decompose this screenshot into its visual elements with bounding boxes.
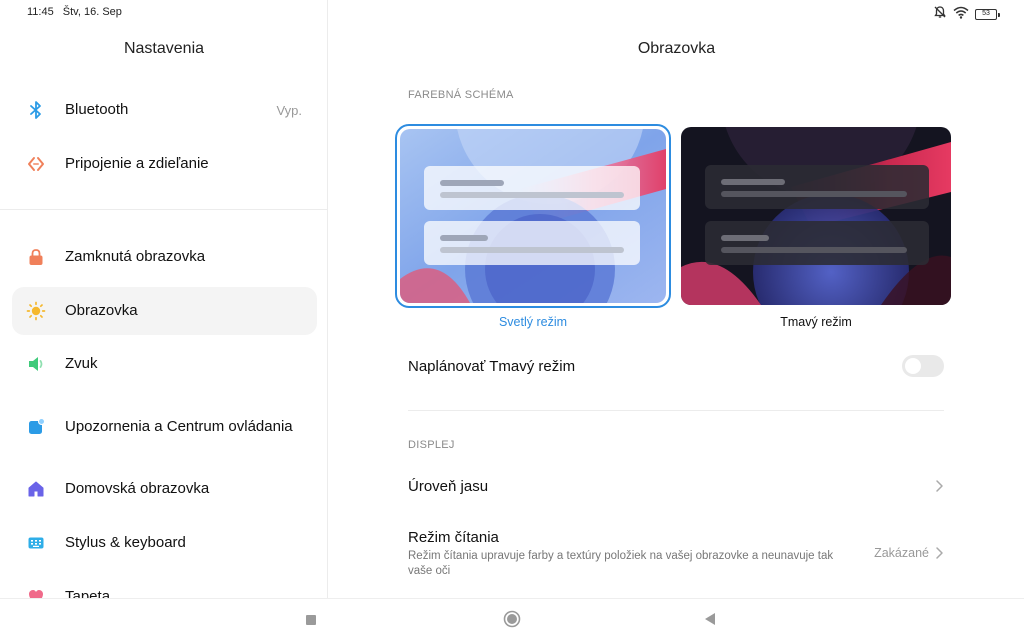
bluetooth-icon bbox=[12, 100, 60, 120]
bell-off-icon bbox=[933, 5, 947, 24]
sidebar-item-label: Tapeta bbox=[65, 588, 111, 598]
speaker-icon bbox=[12, 355, 60, 373]
sidebar-item-label: Pripojenie a zdieľanie bbox=[65, 155, 209, 172]
sidebar-divider bbox=[0, 209, 327, 210]
sidebar-item-connection-sharing[interactable]: Pripojenie a zdieľanie bbox=[12, 142, 317, 186]
light-mode-label[interactable]: Svetlý režim bbox=[395, 315, 671, 329]
battery-icon: 53 bbox=[975, 9, 1000, 20]
notification-icon bbox=[12, 418, 60, 436]
toggle-knob bbox=[905, 358, 921, 374]
settings-sidebar: Nastavenia Bluetooth Vyp. Pripojenie a z… bbox=[0, 0, 328, 598]
wifi-icon bbox=[953, 6, 969, 24]
sun-icon bbox=[12, 301, 60, 321]
sidebar-item-value: Vyp. bbox=[276, 102, 302, 118]
connection-share-icon bbox=[12, 155, 60, 173]
section-divider bbox=[408, 410, 944, 411]
sidebar-item-bluetooth[interactable]: Bluetooth Vyp. bbox=[12, 88, 317, 132]
page-title: Obrazovka bbox=[637, 40, 716, 57]
schedule-dark-mode-label: Naplánovať Tmavý režim bbox=[408, 358, 576, 375]
reading-mode-row[interactable]: Režim čítania bbox=[408, 529, 499, 546]
sidebar-item-label: Bluetooth bbox=[65, 101, 129, 118]
sidebar-item-label: Obrazovka bbox=[65, 302, 138, 319]
dark-mode-card[interactable] bbox=[678, 124, 954, 308]
lock-icon bbox=[12, 248, 60, 266]
navigation-bar bbox=[0, 598, 1024, 640]
reading-mode-description: Režim čítania upravuje farby a textúry p… bbox=[408, 550, 834, 577]
schedule-dark-mode-toggle[interactable] bbox=[902, 355, 944, 377]
dark-mode-label[interactable]: Tmavý režim bbox=[678, 315, 954, 329]
keyboard-icon bbox=[12, 535, 60, 551]
sidebar-item-home-screen[interactable]: Domovská obrazovka bbox=[12, 467, 317, 511]
wallpaper-icon bbox=[12, 588, 60, 598]
sidebar-title: Nastavenia bbox=[123, 40, 205, 57]
home-button[interactable] bbox=[503, 610, 521, 633]
dark-mode-preview bbox=[681, 127, 951, 305]
chevron-right-icon bbox=[934, 546, 944, 565]
sidebar-item-label: Zamknutá obrazovka bbox=[65, 248, 206, 265]
color-scheme-header: FAREBNÁ SCHÉMA bbox=[408, 89, 514, 101]
status-icons: 53 bbox=[933, 5, 1000, 24]
reading-mode-value: Zakázané bbox=[874, 546, 929, 560]
sidebar-item-stylus-keyboard[interactable]: Stylus & keyboard bbox=[12, 521, 317, 565]
brightness-row[interactable]: Úroveň jasu bbox=[408, 478, 488, 495]
sidebar-item-notifications[interactable]: Upozornenia a Centrum ovládania bbox=[12, 404, 317, 450]
display-header: DISPLEJ bbox=[408, 439, 455, 451]
sidebar-item-label: Upozornenia a Centrum ovládania bbox=[65, 418, 293, 435]
light-mode-card[interactable] bbox=[395, 124, 671, 308]
sidebar-item-label: Stylus & keyboard bbox=[65, 534, 186, 551]
sidebar-item-label: Domovská obrazovka bbox=[65, 480, 210, 497]
sidebar-item-lock-screen[interactable]: Zamknutá obrazovka bbox=[12, 235, 317, 279]
back-button[interactable] bbox=[703, 612, 717, 631]
sidebar-item-wallpaper[interactable]: Tapeta bbox=[12, 577, 317, 598]
sidebar-item-label: Zvuk bbox=[65, 355, 98, 372]
sidebar-item-display[interactable]: Obrazovka bbox=[12, 287, 317, 335]
recents-button[interactable] bbox=[305, 613, 317, 631]
light-mode-preview bbox=[400, 129, 666, 303]
sidebar-item-sound[interactable]: Zvuk bbox=[12, 342, 317, 386]
home-icon bbox=[12, 480, 60, 498]
chevron-right-icon bbox=[934, 479, 944, 498]
